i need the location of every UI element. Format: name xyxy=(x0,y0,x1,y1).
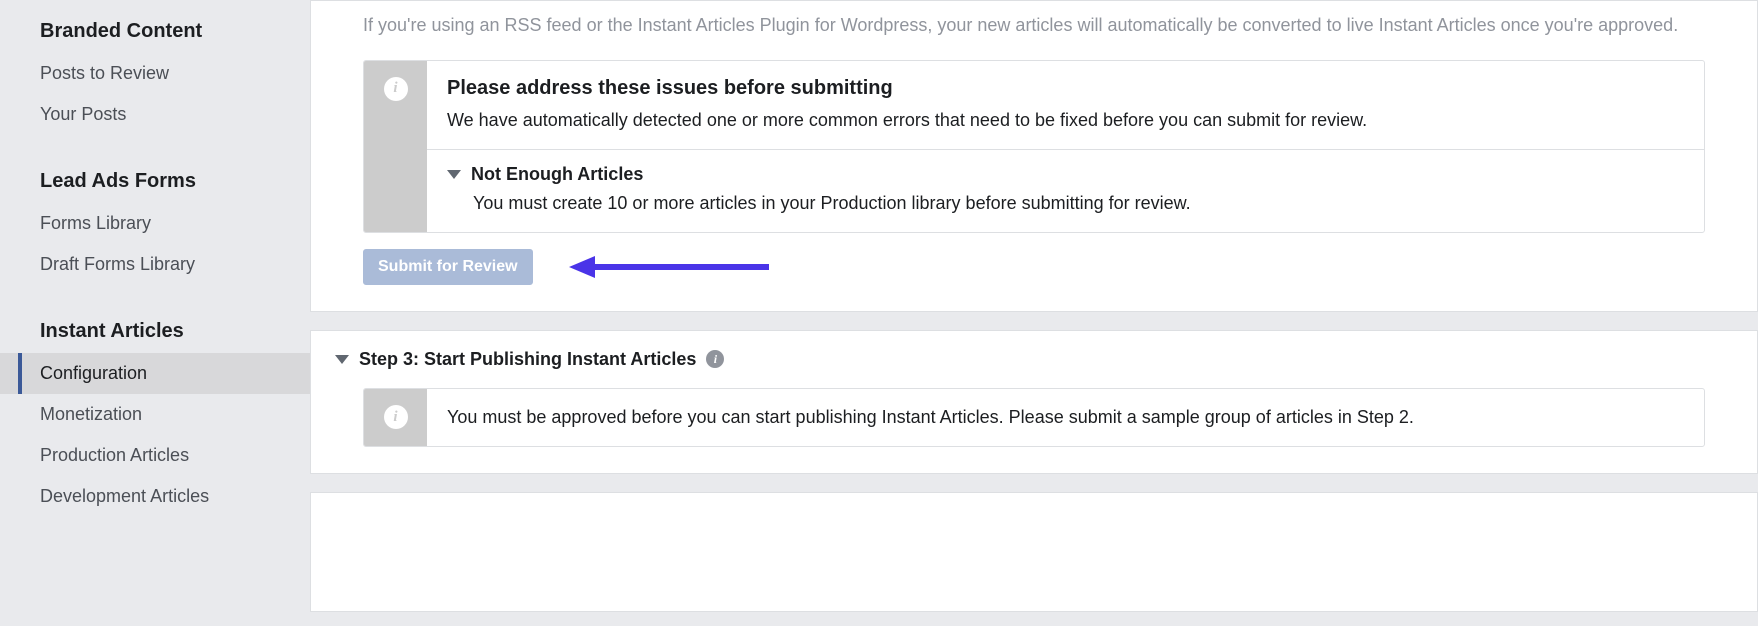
step3-card: Step 3: Start Publishing Instant Article… xyxy=(310,330,1758,474)
issue-item-desc: You must create 10 or more articles in y… xyxy=(447,193,1684,214)
sidebar-item-monetization[interactable]: Monetization xyxy=(0,394,310,435)
step3-title: Step 3: Start Publishing Instant Article… xyxy=(359,349,696,370)
issue-desc: We have automatically detected one or mo… xyxy=(447,110,1684,131)
sidebar-item-forms-library[interactable]: Forms Library xyxy=(0,203,310,244)
annotation-arrow-icon xyxy=(569,254,779,280)
info-icon: i xyxy=(384,405,408,429)
step3-message-side: i xyxy=(364,389,427,446)
chevron-down-icon xyxy=(447,170,461,179)
step3-message-box: i You must be approved before you can st… xyxy=(363,388,1705,447)
step3-message: You must be approved before you can star… xyxy=(427,389,1704,446)
step3-header[interactable]: Step 3: Start Publishing Instant Article… xyxy=(335,349,1705,370)
main-content: If you're using an RSS feed or the Insta… xyxy=(310,0,1758,626)
issue-box: i Please address these issues before sub… xyxy=(363,60,1705,233)
submit-for-review-button[interactable]: Submit for Review xyxy=(363,249,533,285)
sidebar-item-your-posts[interactable]: Your Posts xyxy=(0,94,310,135)
info-icon[interactable]: i xyxy=(706,350,724,368)
issue-item-title: Not Enough Articles xyxy=(471,164,643,185)
sidebar-item-posts-to-review[interactable]: Posts to Review xyxy=(0,53,310,94)
issue-title: Please address these issues before submi… xyxy=(447,77,1684,100)
issue-box-side: i xyxy=(364,61,427,232)
sidebar-item-production-articles[interactable]: Production Articles xyxy=(0,435,310,476)
chevron-down-icon xyxy=(335,355,349,364)
info-icon: i xyxy=(384,77,408,101)
sidebar: Branded Content Posts to Review Your Pos… xyxy=(0,0,310,626)
sidebar-section-lead-ads-forms: Lead Ads Forms xyxy=(0,160,310,203)
sidebar-item-configuration[interactable]: Configuration xyxy=(0,353,310,394)
intro-text: If you're using an RSS feed or the Insta… xyxy=(363,11,1705,40)
next-card xyxy=(310,492,1758,612)
sidebar-item-draft-forms-library[interactable]: Draft Forms Library xyxy=(0,244,310,285)
sidebar-section-branded-content: Branded Content xyxy=(0,10,310,53)
issue-item[interactable]: Not Enough Articles You must create 10 o… xyxy=(427,150,1704,232)
sidebar-item-development-articles[interactable]: Development Articles xyxy=(0,476,310,517)
sidebar-section-instant-articles: Instant Articles xyxy=(0,310,310,353)
step2-card: If you're using an RSS feed or the Insta… xyxy=(310,0,1758,312)
